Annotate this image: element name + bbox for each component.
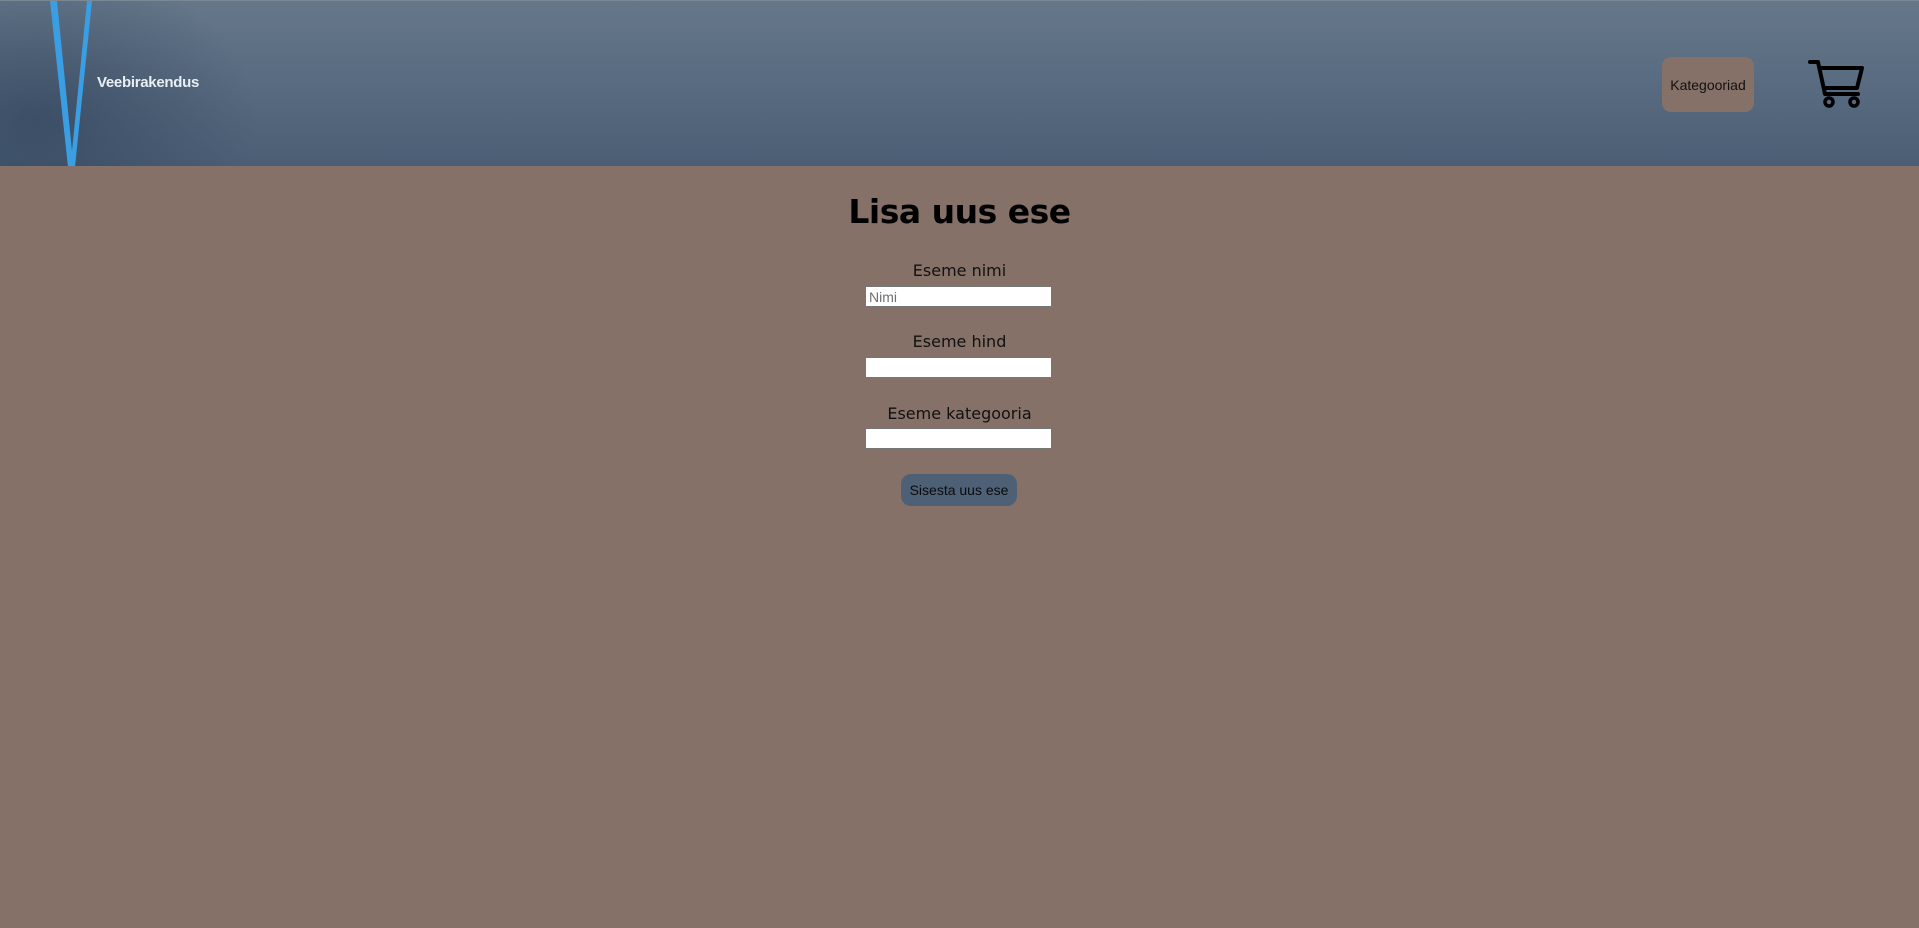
item-name-label: Eseme nimi	[912, 261, 1007, 280]
logo-link[interactable]: Veebirakendus	[40, 1, 210, 166]
item-category-input[interactable]	[865, 428, 1052, 449]
item-price-input[interactable]	[865, 357, 1052, 378]
item-category-label: Eseme kategooria	[887, 404, 1032, 423]
logo-v-icon	[50, 1, 92, 166]
site-header: Veebirakendus Kategooriad	[0, 0, 1919, 166]
shopping-cart-icon[interactable]	[1808, 58, 1866, 110]
item-price-label: Eseme hind	[912, 332, 1007, 351]
logo-text: Veebirakendus	[97, 74, 199, 91]
main-content: Lisa uus ese Eseme nimi Eseme hind Eseme…	[0, 166, 1919, 928]
categories-button[interactable]: Kategooriad	[1662, 57, 1754, 112]
submit-item-button[interactable]: Sisesta uus ese	[901, 474, 1017, 506]
page-title: Lisa uus ese	[848, 192, 1071, 231]
item-name-input[interactable]	[865, 286, 1052, 307]
